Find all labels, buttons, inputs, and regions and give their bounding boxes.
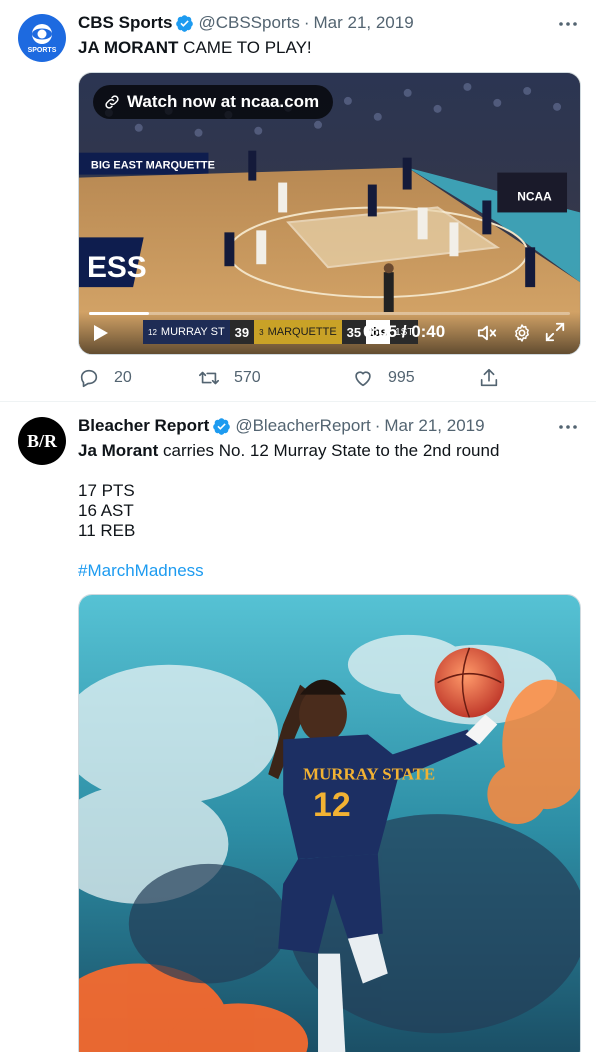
avatar-label: SPORTS xyxy=(27,46,57,54)
settings-gear-icon[interactable] xyxy=(512,323,532,343)
tweet-photo[interactable]: MURRAY STATE 12 xyxy=(78,594,581,1052)
author-name[interactable]: CBS Sports xyxy=(78,13,172,33)
avatar[interactable]: SPORTS xyxy=(18,14,66,62)
reply-icon xyxy=(80,369,98,388)
avatar-label: B/R xyxy=(26,430,57,451)
more-options-icon[interactable] xyxy=(558,14,578,34)
tweet-bleacher-report[interactable]: B/R Bleacher Report @BleacherReport · Ma… xyxy=(0,403,596,1052)
stat-line: 11 REB xyxy=(78,521,136,540)
court-floor-text: ESS xyxy=(87,251,147,284)
jersey-text: MURRAY STATE xyxy=(303,764,435,783)
team2-seed: 3 xyxy=(259,327,264,337)
verified-badge-icon xyxy=(213,417,231,435)
tweet-date[interactable]: Mar 21, 2019 xyxy=(314,13,414,33)
retweet-button[interactable]: 570 xyxy=(198,367,352,389)
tweet-cbs-sports[interactable]: SPORTS CBS Sports @CBSSports · Mar 21, 2… xyxy=(0,0,596,402)
stat-line: 17 PTS xyxy=(78,481,135,500)
watch-now-link[interactable]: Watch now at ncaa.com xyxy=(93,85,334,119)
reply-button[interactable]: 20 xyxy=(78,367,198,389)
author-handle[interactable]: @CBSSports xyxy=(198,13,299,33)
reply-count: 20 xyxy=(114,369,132,386)
jersey-number: 12 xyxy=(313,786,351,824)
play-icon[interactable] xyxy=(93,324,109,342)
like-count: 995 xyxy=(388,369,415,386)
team2-name: MARQUETTE xyxy=(267,326,337,338)
stat-line: 16 AST xyxy=(78,501,134,520)
author-handle[interactable]: @BleacherReport xyxy=(235,416,370,436)
share-button[interactable] xyxy=(478,367,500,389)
tweet-header: CBS Sports @CBSSports · Mar 21, 2019 xyxy=(78,13,414,33)
tweet-text: Ja Morant carries No. 12 Murray State to… xyxy=(78,441,499,461)
progress-bar[interactable] xyxy=(89,312,570,315)
court-banner-text: BIG EAST MARQUETTE xyxy=(91,160,215,172)
like-button[interactable]: 995 xyxy=(352,367,478,389)
author-name[interactable]: Bleacher Report xyxy=(78,416,209,436)
tweet-text-rest: CAME TO PLAY! xyxy=(178,38,312,57)
tweet-text: JA MORANT CAME TO PLAY! xyxy=(78,38,312,58)
tweet-header: Bleacher Report @BleacherReport · Mar 21… xyxy=(78,416,485,436)
tweet-text-bold: JA MORANT xyxy=(78,38,179,57)
heart-icon xyxy=(355,371,371,387)
watch-now-label: Watch now at ncaa.com xyxy=(127,92,320,111)
team1-score: 39 xyxy=(229,320,255,344)
volume-muted-icon[interactable] xyxy=(476,323,498,343)
video-player[interactable]: BIG EAST MARQUETTE ESS NCAA Watch now at… xyxy=(78,72,581,355)
share-icon xyxy=(480,368,498,387)
verified-badge-icon xyxy=(176,14,194,32)
retweet-icon xyxy=(199,371,219,385)
avatar[interactable]: B/R xyxy=(18,417,66,465)
cbs-eye-icon xyxy=(32,23,52,44)
ncaa-logo-text: NCAA xyxy=(517,189,552,203)
team1-seed: 12 xyxy=(148,327,157,337)
separator-dot: · xyxy=(374,416,381,435)
team1-name: MURRAY ST xyxy=(160,326,225,338)
scorebug-team2: 3 MARQUETTE xyxy=(254,320,342,344)
tweet-text-rest: carries No. 12 Murray State to the 2nd r… xyxy=(158,441,500,460)
video-controls: 12 MURRAY ST 39 3 MARQUETTE 35 tbs 1ST 0… xyxy=(79,312,580,354)
separator-dot: · xyxy=(303,13,310,32)
scorebug-team1: 12 MURRAY ST xyxy=(143,320,230,344)
more-options-icon[interactable] xyxy=(558,417,578,437)
retweet-count: 570 xyxy=(234,369,261,386)
video-timecode: 0:05 / 0:40 xyxy=(363,322,446,341)
hashtag-link[interactable]: #MarchMadness xyxy=(78,561,204,581)
link-icon xyxy=(105,95,119,109)
ja-morant-artwork-image: MURRAY STATE 12 xyxy=(79,595,580,1052)
tweet-date[interactable]: Mar 21, 2019 xyxy=(384,416,484,436)
progress-fill xyxy=(89,312,150,315)
fullscreen-icon[interactable] xyxy=(544,321,566,343)
tweet-actions: 20 570 995 xyxy=(78,366,508,390)
tweet-text-bold: Ja Morant xyxy=(78,441,159,460)
